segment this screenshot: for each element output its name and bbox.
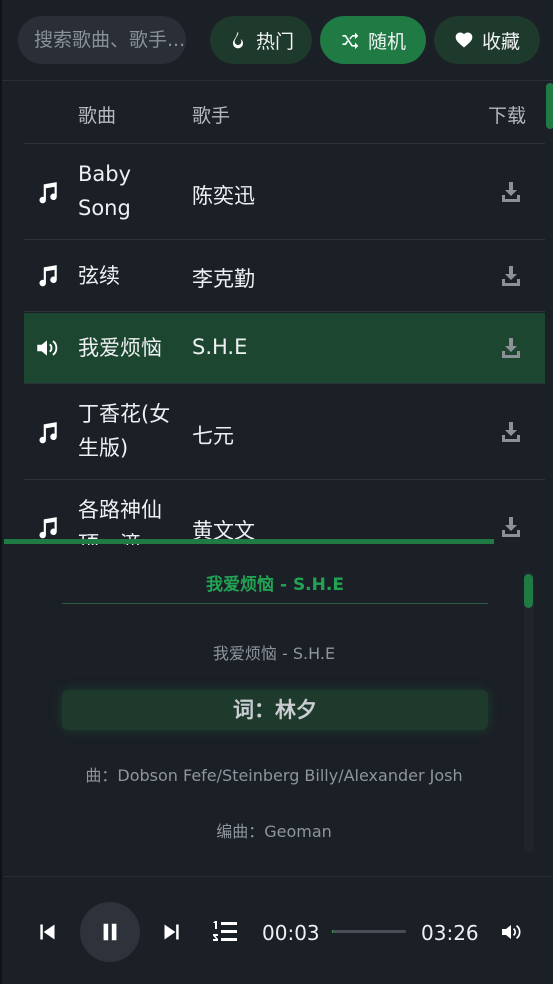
lyrics-scroll-track[interactable] [524, 572, 534, 852]
lyrics-line: 曲：Dobson Fefe/Steinberg Billy/Alexander … [85, 766, 463, 785]
header-song: 歌曲 [78, 105, 117, 127]
progress-slider[interactable] [332, 930, 406, 933]
list-header: 歌曲 歌手 下载 [24, 81, 545, 144]
song-row[interactable]: 各路神仙顶一滴 黄文文 [24, 481, 545, 545]
lyrics-line: 编曲：Geoman [216, 822, 332, 841]
favorites-button[interactable]: 收藏 [434, 16, 540, 64]
song-artist: S.H.E [192, 335, 248, 359]
previous-icon [40, 924, 55, 940]
shuffle-button-label: 随机 [367, 30, 406, 53]
music-note-icon [34, 515, 60, 541]
download-icon[interactable] [499, 515, 523, 539]
lyrics-current-line: 词：林夕 [62, 690, 488, 730]
current-time: 00:03 [262, 921, 320, 945]
song-artist: 七元 [192, 424, 234, 448]
download-icon[interactable] [499, 420, 523, 444]
favorites-button-label: 收藏 [481, 30, 520, 53]
download-icon[interactable] [499, 264, 523, 288]
song-list[interactable]: 歌曲 歌手 下载 Baby Song 陈奕迅 弦续 李克勤 我爱烦恼 S.H.E… [2, 81, 553, 545]
song-title: Baby Song [78, 162, 132, 220]
volume-button[interactable] [497, 919, 525, 945]
song-title: 我爱烦恼 [78, 336, 162, 360]
heart-icon [455, 32, 473, 48]
song-row[interactable]: 弦续 李克勤 [24, 241, 545, 312]
next-icon [164, 924, 179, 940]
player-bar: 00:03 03:26 [4, 876, 553, 984]
music-app: 搜索歌曲、歌手... 热门 随机 收藏 歌曲 歌手 下载 Baby Song 陈… [0, 0, 553, 984]
hot-button-label: 热门 [255, 30, 294, 53]
progress-fill [332, 930, 334, 933]
pause-button[interactable] [80, 902, 140, 962]
song-artist: 陈奕迅 [192, 184, 255, 208]
lyrics-scrollbar[interactable] [524, 574, 533, 608]
list-progress-strip [4, 539, 494, 544]
previous-button[interactable] [36, 921, 58, 943]
download-icon[interactable] [499, 336, 523, 360]
song-title: 各路神仙顶一滴 [78, 498, 162, 545]
top-bar: 搜索歌曲、歌手... 热门 随机 收藏 [2, 0, 553, 80]
song-row-playing[interactable]: 我爱烦恼 S.H.E [24, 313, 545, 384]
music-note-icon [34, 180, 60, 206]
song-row[interactable]: Baby Song 陈奕迅 [24, 145, 545, 240]
lyrics-line: 我爱烦恼 - S.H.E [212, 644, 336, 663]
music-note-icon [34, 263, 60, 289]
volume-icon [502, 925, 521, 939]
music-note-icon [34, 420, 60, 446]
shuffle-button[interactable]: 随机 [320, 16, 426, 64]
song-artist: 李克勤 [192, 267, 255, 291]
ordered-list-icon [213, 921, 237, 941]
pause-icon [103, 923, 117, 941]
download-icon[interactable] [499, 180, 523, 204]
shuffle-icon [342, 32, 359, 50]
hot-button[interactable]: 热门 [210, 16, 312, 64]
header-download: 下载 [488, 105, 527, 127]
song-title: 弦续 [78, 264, 120, 288]
song-title: 丁香花(女生版) [78, 402, 171, 460]
total-time: 03:26 [421, 921, 479, 945]
playlist-order-button[interactable] [210, 919, 240, 945]
fire-icon [232, 31, 243, 49]
header-artist: 歌手 [192, 105, 231, 127]
list-scrollbar[interactable] [546, 83, 553, 129]
next-button[interactable] [161, 921, 183, 943]
lyrics-song-header: 我爱烦恼 - S.H.E [62, 570, 488, 604]
search-input[interactable]: 搜索歌曲、歌手... [18, 16, 186, 64]
song-row[interactable]: 丁香花(女生版) 七元 [24, 385, 545, 480]
speaker-icon [34, 335, 60, 361]
lyrics-panel: 我爱烦恼 - S.H.E 我爱烦恼 - S.H.E 词：林夕 曲：Dobson … [4, 546, 553, 876]
